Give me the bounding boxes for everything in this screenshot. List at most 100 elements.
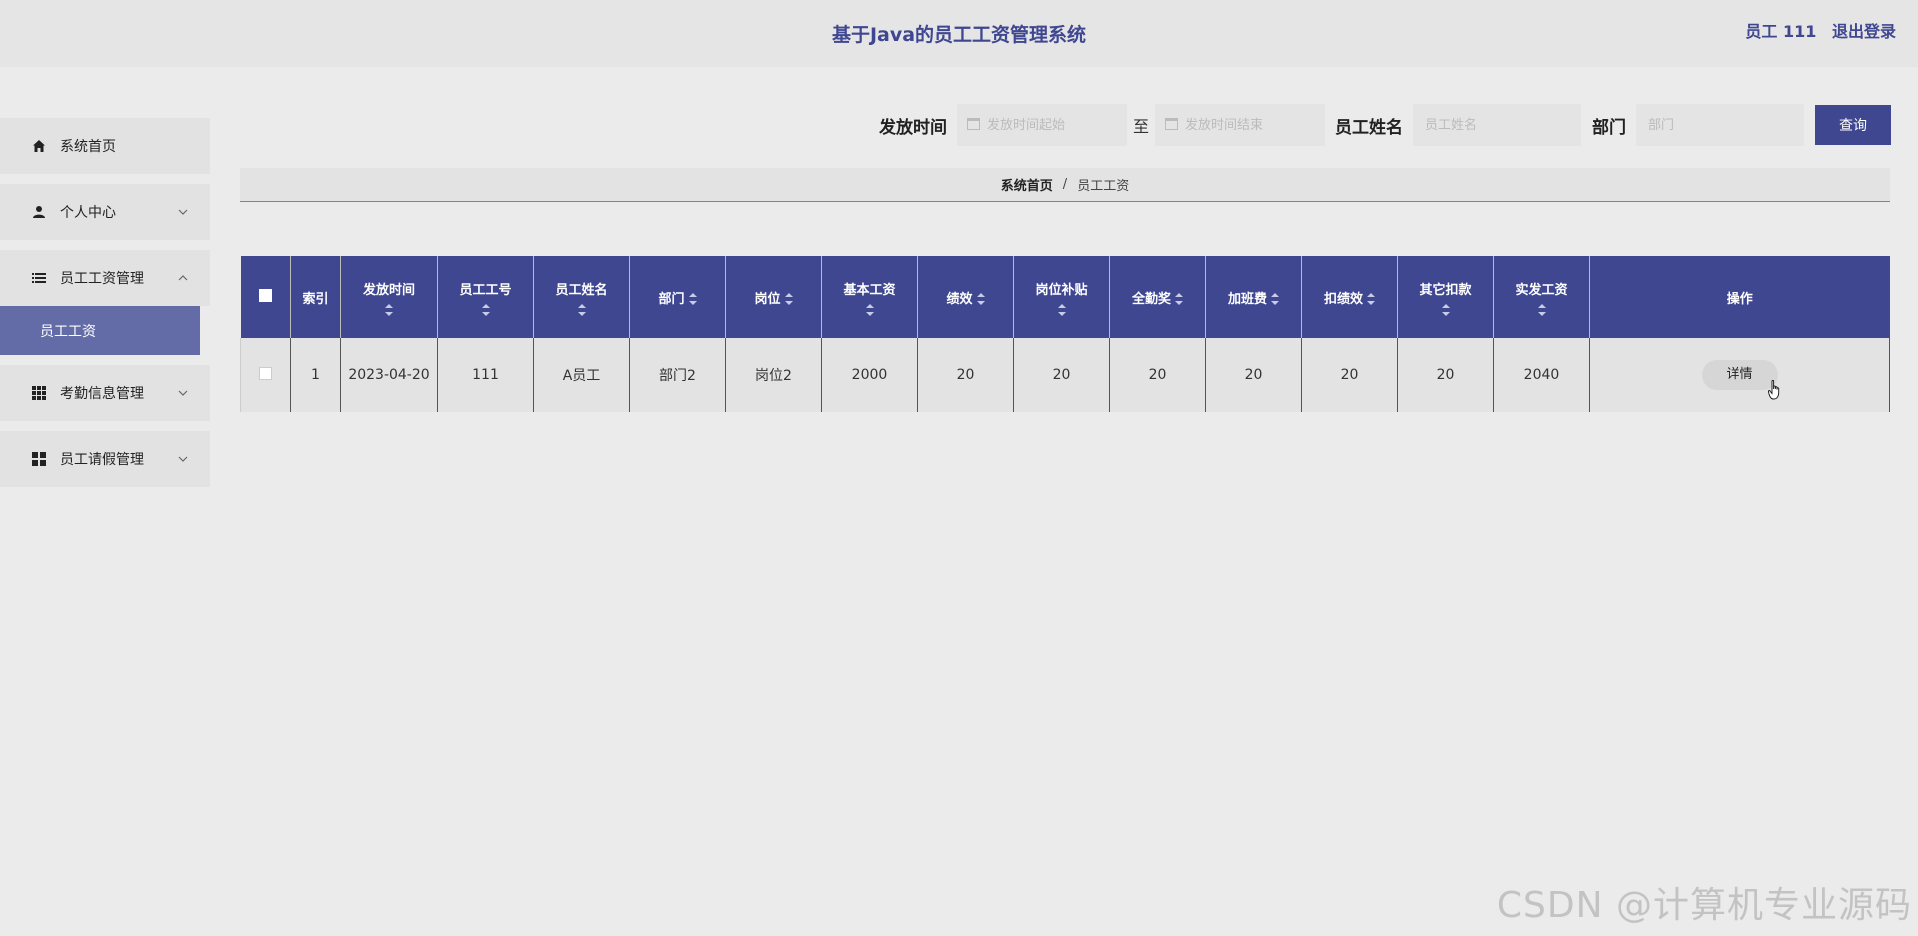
column-header-sortable[interactable]: 加班费 bbox=[1205, 256, 1302, 338]
column-header-label: 扣绩效 bbox=[1323, 291, 1363, 307]
user-area: 员工 111 退出登录 bbox=[1735, 18, 1896, 42]
sort-icon[interactable] bbox=[865, 303, 874, 316]
sidebar-item-profile[interactable]: 个人中心 bbox=[0, 184, 210, 240]
sort-icon[interactable] bbox=[784, 293, 793, 305]
column-header-sortable[interactable]: 员工工号 bbox=[437, 256, 534, 338]
home-icon bbox=[32, 139, 46, 153]
cell-dept: 部门2 bbox=[629, 338, 726, 412]
breadcrumb-current: 员工工资 bbox=[1077, 179, 1130, 194]
column-header-label: 员工工号 bbox=[459, 282, 512, 298]
sort-icon[interactable] bbox=[385, 303, 393, 316]
breadcrumb-separator: / bbox=[1062, 177, 1068, 192]
sidebar-item-label: 考勤信息管理 bbox=[60, 386, 144, 402]
name-label: 员工姓名 bbox=[1335, 117, 1403, 138]
date-end-wrap bbox=[1155, 104, 1325, 146]
sidebar-item-label: 员工工资管理 bbox=[60, 271, 144, 287]
column-header-sortable[interactable]: 基本工资 bbox=[821, 256, 918, 338]
column-header-label: 实发工资 bbox=[1515, 282, 1568, 298]
sidebar-item-salary-management[interactable]: 员工工资管理 bbox=[0, 250, 210, 306]
breadcrumb: 系统首页 / 员工工资 bbox=[240, 168, 1890, 202]
date-separator: 至 bbox=[1132, 117, 1149, 136]
column-header-sortable[interactable]: 全勤奖 bbox=[1109, 256, 1206, 338]
search-bar: 发放时间 至 员工姓名 部门 查询 bbox=[879, 104, 1891, 146]
column-header-label: 员工姓名 bbox=[555, 282, 608, 298]
select-all-cell[interactable] bbox=[240, 256, 291, 338]
column-header-label: 全勤奖 bbox=[1131, 291, 1171, 307]
cell-perf-deduct: 20 bbox=[1301, 338, 1398, 412]
cell-index: 1 bbox=[290, 338, 341, 412]
calendar-icon bbox=[966, 118, 980, 130]
column-header-sortable[interactable]: 岗位补贴 bbox=[1013, 256, 1110, 338]
sidebar-item-home[interactable]: 系统首页 bbox=[0, 118, 210, 174]
cell-post: 岗位2 bbox=[725, 338, 822, 412]
column-header-label: 岗位补贴 bbox=[1035, 282, 1088, 298]
salary-table: 索引 发放时间 员工工号 员工姓名 部门 岗位 基本工资 绩效 岗位补贴 全勤奖… bbox=[240, 256, 1890, 412]
hand-cursor-icon bbox=[1768, 380, 1780, 400]
column-header: 索引 bbox=[290, 256, 341, 338]
cell-emp-name: A员工 bbox=[533, 338, 630, 412]
column-header-sortable[interactable]: 发放时间 bbox=[340, 256, 438, 338]
grid-icon bbox=[32, 386, 46, 400]
sort-icon[interactable] bbox=[976, 293, 985, 305]
date-start-wrap bbox=[956, 104, 1127, 146]
column-header: 操作 bbox=[1589, 256, 1890, 338]
sort-icon[interactable] bbox=[577, 303, 586, 316]
sidebar-item-label: 员工请假管理 bbox=[60, 452, 144, 468]
sidebar-item-attendance[interactable]: 考勤信息管理 bbox=[0, 365, 210, 421]
cell-other-deduct: 20 bbox=[1397, 338, 1494, 412]
logout-link[interactable]: 退出登录 bbox=[1832, 22, 1896, 41]
cell-allowance: 20 bbox=[1013, 338, 1110, 412]
sidebar-item-leave[interactable]: 员工请假管理 bbox=[0, 431, 210, 487]
column-header-sortable[interactable]: 岗位 bbox=[725, 256, 822, 338]
column-header-label: 绩效 bbox=[946, 291, 973, 307]
sort-icon[interactable] bbox=[1367, 293, 1375, 305]
list-icon bbox=[32, 271, 46, 285]
column-header-sortable[interactable]: 绩效 bbox=[917, 256, 1014, 338]
sort-icon[interactable] bbox=[1057, 303, 1066, 316]
chevron-down-icon bbox=[178, 204, 188, 218]
cell-attendance: 20 bbox=[1109, 338, 1206, 412]
dept-input[interactable] bbox=[1636, 104, 1804, 146]
chevron-down-icon bbox=[178, 451, 188, 465]
column-header-label: 加班费 bbox=[1227, 291, 1267, 307]
sidebar-item-label: 个人中心 bbox=[60, 205, 116, 221]
cell-base: 2000 bbox=[821, 338, 918, 412]
sort-icon[interactable] bbox=[1537, 303, 1546, 316]
column-header-sortable[interactable]: 扣绩效 bbox=[1301, 256, 1398, 338]
breadcrumb-home[interactable]: 系统首页 bbox=[1001, 175, 1053, 194]
sidebar-item-label: 系统首页 bbox=[60, 139, 116, 155]
row-checkbox[interactable] bbox=[259, 366, 272, 380]
sidebar-subitem-salary[interactable]: 员工工资 bbox=[0, 306, 200, 355]
column-header-sortable[interactable]: 部门 bbox=[629, 256, 726, 338]
detail-button[interactable]: 详情 bbox=[1701, 360, 1778, 390]
salary-table-wrap: 索引 发放时间 员工工号 员工姓名 部门 岗位 基本工资 绩效 岗位补贴 全勤奖… bbox=[240, 256, 1890, 412]
select-all-checkbox[interactable] bbox=[258, 288, 272, 302]
sort-icon[interactable] bbox=[1441, 303, 1450, 316]
watermark: CSDN @计算机专业源码 bbox=[1496, 885, 1912, 926]
row-select-cell[interactable] bbox=[240, 338, 291, 412]
cell-emp-no: 111 bbox=[437, 338, 534, 412]
column-header-sortable[interactable]: 其它扣款 bbox=[1397, 256, 1494, 338]
column-header-label: 发放时间 bbox=[362, 282, 415, 298]
calendar-icon bbox=[1165, 118, 1178, 130]
query-button[interactable]: 查询 bbox=[1815, 105, 1891, 145]
cell-actions: 详情 bbox=[1589, 338, 1890, 412]
table-header-row: 索引 发放时间 员工工号 员工姓名 部门 岗位 基本工资 绩效 岗位补贴 全勤奖… bbox=[240, 256, 1890, 338]
app-title: 基于Java的员工工资管理系统 bbox=[831, 24, 1087, 46]
date-end-input[interactable] bbox=[1155, 104, 1325, 146]
column-header-sortable[interactable]: 员工姓名 bbox=[533, 256, 630, 338]
current-user: 员工 111 bbox=[1745, 22, 1817, 41]
dept-label: 部门 bbox=[1592, 117, 1626, 138]
sort-icon[interactable] bbox=[1271, 293, 1279, 305]
sort-icon[interactable] bbox=[1175, 293, 1183, 305]
date-start-input[interactable] bbox=[956, 104, 1127, 146]
user-icon bbox=[32, 205, 46, 219]
chevron-down-icon bbox=[178, 385, 188, 399]
column-header-sortable[interactable]: 实发工资 bbox=[1493, 256, 1590, 338]
sort-icon[interactable] bbox=[688, 293, 697, 305]
column-header-label: 基本工资 bbox=[843, 282, 896, 298]
sort-icon[interactable] bbox=[481, 303, 490, 316]
chevron-up-icon bbox=[178, 270, 188, 284]
apps-icon bbox=[32, 452, 46, 466]
name-input[interactable] bbox=[1413, 104, 1581, 146]
